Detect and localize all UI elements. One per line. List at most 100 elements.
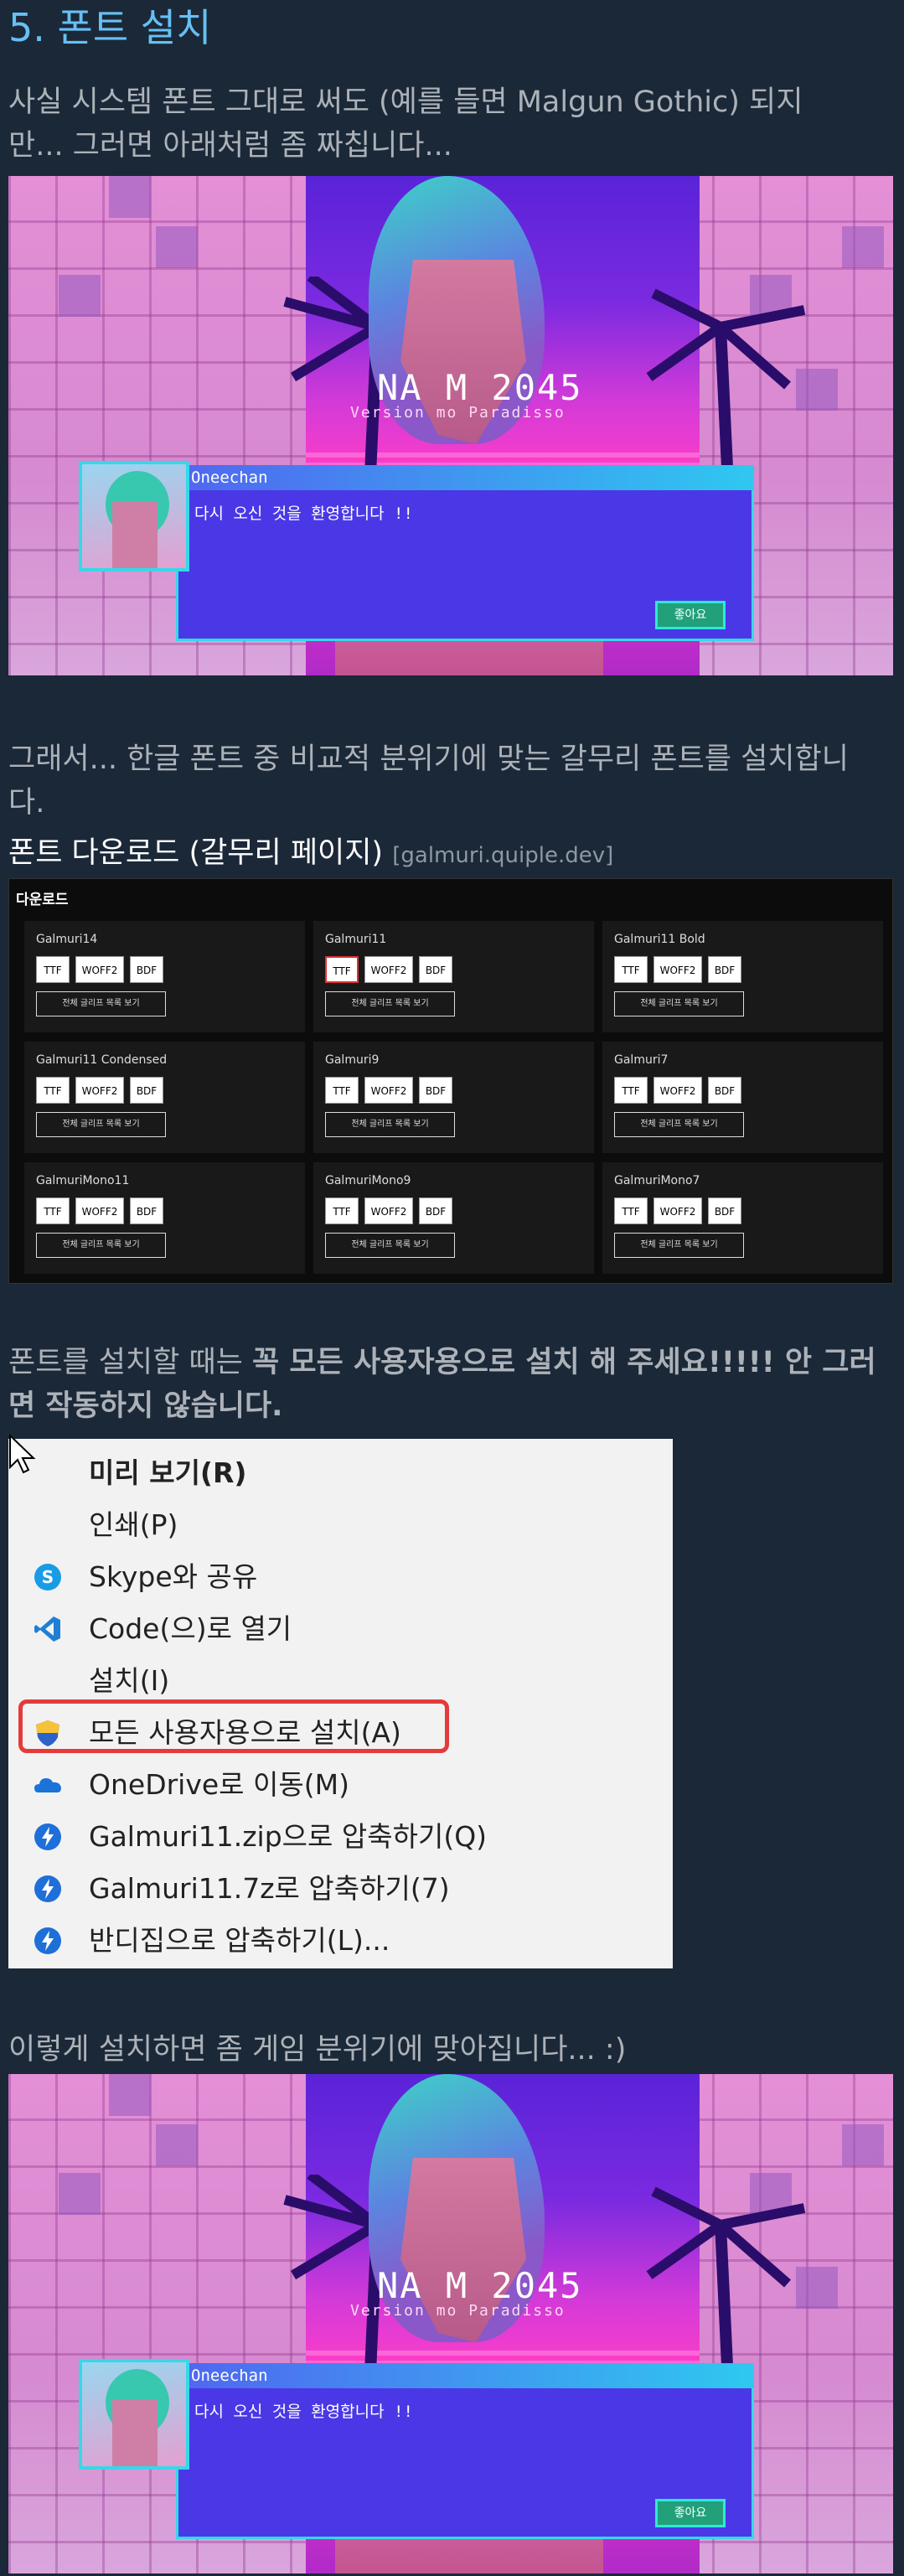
game-title: NA M 2045 xyxy=(377,367,583,408)
glyph-list-button[interactable]: 전체 글리프 목록 보기 xyxy=(614,991,744,1016)
glyph-list-button[interactable]: 전체 글리프 목록 보기 xyxy=(325,1112,455,1137)
menu-item-label: 미리 보기(R) xyxy=(89,1456,247,1489)
font-name: Galmuri14 xyxy=(36,933,98,946)
woff2-button[interactable]: WOFF2 xyxy=(653,956,702,983)
menu-item[interactable]: S Skype와 공유 xyxy=(8,1551,673,1603)
font-name: GalmuriMono11 xyxy=(36,1174,130,1187)
ttf-button[interactable]: TTF xyxy=(325,956,359,983)
menu-item[interactable]: Galmuri11.7z로 압축하기(7) xyxy=(8,1863,673,1915)
intro-line-1: 사실 시스템 폰트 그대로 써도 (예를 들면 Malgun Gothic) 되… xyxy=(8,85,803,119)
woff2-button[interactable]: WOFF2 xyxy=(364,1077,413,1104)
woff2-button[interactable]: WOFF2 xyxy=(75,1197,124,1224)
font-name: GalmuriMono7 xyxy=(614,1174,700,1187)
glyph-list-button[interactable]: 전체 글리프 목록 보기 xyxy=(614,1112,744,1137)
download-line: 폰트 다운로드 (갈무리 페이지) [galmuri.quiple.dev] xyxy=(8,833,613,876)
ttf-button[interactable]: TTF xyxy=(36,1077,70,1104)
para3-line-1: 폰트를 설치할 때는 꼭 모든 사용자용으로 설치 해 주세요!!!!! 안 그… xyxy=(8,1341,896,1384)
context-menu: 미리 보기(R) 인쇄(P) S Skype와 공유 Code(으)로 열기설치(I) 모… xyxy=(8,1434,673,1968)
outro-paragraph: 이렇게 설치하면 좀 게임 분위기에 맞아집니다... :) xyxy=(8,2028,896,2072)
svg-text:S: S xyxy=(42,1567,54,1587)
glyph-list-button[interactable]: 전체 글리프 목록 보기 xyxy=(36,1112,166,1137)
menu-item[interactable]: Galmuri11.zip으로 압축하기(Q) xyxy=(8,1811,673,1863)
para3-bold-text-2: 면 작동하지 않습니다. xyxy=(8,1389,283,1423)
menu-item-label: 설치(I) xyxy=(89,1664,170,1697)
font-card: GalmuriMono11 TTF WOFF2 BDF 전체 글리프 목록 보기 xyxy=(24,1162,305,1274)
download-panel: 다운로드 Galmuri14 TTF WOFF2 BDF 전체 글리프 목록 보기 Gal… xyxy=(8,878,893,1284)
glyph-list-button[interactable]: 전체 글리프 목록 보기 xyxy=(325,991,455,1016)
font-card: Galmuri14 TTF WOFF2 BDF 전체 글리프 목록 보기 xyxy=(24,921,305,1032)
menu-item[interactable]: 인쇄(P) xyxy=(8,1499,673,1551)
download-link[interactable]: [galmuri.quiple.dev] xyxy=(392,843,613,868)
woff2-button[interactable]: WOFF2 xyxy=(364,956,413,983)
dialog-speaker: Oneechan xyxy=(176,465,754,490)
para3-line-2: 면 작동하지 않습니다. xyxy=(8,1384,896,1428)
ttf-button[interactable]: TTF xyxy=(614,956,648,983)
glyph-list-button[interactable]: 전체 글리프 목록 보기 xyxy=(325,1233,455,1258)
font-name: Galmuri11 Condensed xyxy=(36,1053,168,1067)
bandizip-icon xyxy=(34,1823,62,1851)
ttf-button[interactable]: TTF xyxy=(36,956,70,983)
menu-item[interactable]: 반디집으로 압축하기(L)... xyxy=(8,1915,673,1967)
dialog-speaker-2: Oneechan xyxy=(176,2363,754,2388)
menu-item[interactable]: OneDrive로 이동(M) xyxy=(8,1759,673,1811)
woff2-button[interactable]: WOFF2 xyxy=(653,1197,702,1224)
para2-line-2: 다. xyxy=(8,786,45,820)
menu-item[interactable]: 설치(I) xyxy=(8,1655,673,1707)
woff2-button[interactable]: WOFF2 xyxy=(653,1077,702,1104)
para2-line-1: 그래서... 한글 폰트 중 비교적 분위기에 맞는 갈무리 폰트를 설치합니 xyxy=(8,742,849,776)
ttf-button[interactable]: TTF xyxy=(614,1197,648,1224)
font-card: Galmuri11 TTF WOFF2 BDF 전체 글리프 목록 보기 xyxy=(313,921,594,1032)
woff2-button[interactable]: WOFF2 xyxy=(75,1077,124,1104)
game-subtitle-2: Version mo Paradisso xyxy=(350,2302,566,2320)
section-heading: 5. 폰트 설치 xyxy=(8,5,212,50)
download-panel-title: 다운로드 xyxy=(16,892,69,908)
menu-item-label: Galmuri11.7z로 압축하기(7) xyxy=(89,1872,450,1905)
intro-line-2: 만... 그러면 아래처럼 좀 짜칩니다... xyxy=(8,129,452,163)
menu-item[interactable]: 미리 보기(R) xyxy=(8,1447,673,1499)
shield-icon xyxy=(34,1719,62,1747)
glyph-list-button[interactable]: 전체 글리프 목록 보기 xyxy=(36,991,166,1016)
game-screenshot-galmuri-font: NA M 2045 Version mo Paradisso Oneechan … xyxy=(8,2074,893,2573)
woff2-button[interactable]: WOFF2 xyxy=(75,956,124,983)
character-portrait xyxy=(79,461,189,572)
ttf-button[interactable]: TTF xyxy=(325,1077,359,1104)
font-card: GalmuriMono7 TTF WOFF2 BDF 전체 글리프 목록 보기 xyxy=(602,1162,883,1274)
bdf-button[interactable]: BDF xyxy=(419,1077,452,1104)
skype-icon: S xyxy=(34,1563,62,1591)
para3-bold-text: 꼭 모든 사용자용으로 설치 해 주세요!!!!! 안 그러 xyxy=(251,1346,876,1379)
menu-item-label: 모든 사용자용으로 설치(A) xyxy=(89,1716,401,1749)
galmuri-paragraph: 그래서... 한글 폰트 중 비교적 분위기에 맞는 갈무리 폰트를 설치합니 … xyxy=(8,737,896,825)
menu-item[interactable]: 모든 사용자용으로 설치(A) xyxy=(8,1707,673,1759)
ttf-button[interactable]: TTF xyxy=(325,1197,359,1224)
bdf-button[interactable]: BDF xyxy=(130,1077,163,1104)
bdf-button[interactable]: BDF xyxy=(708,956,741,983)
bdf-button[interactable]: BDF xyxy=(419,1197,452,1224)
bdf-button[interactable]: BDF xyxy=(708,1197,741,1224)
font-card: Galmuri7 TTF WOFF2 BDF 전체 글리프 목록 보기 xyxy=(602,1042,883,1153)
game-screenshot-default-font: NA M 2045 Version mo Paradisso Oneechan … xyxy=(8,176,893,675)
intro-paragraph: 사실 시스템 폰트 그대로 써도 (예를 들면 Malgun Gothic) 되… xyxy=(8,80,896,168)
menu-item-label: OneDrive로 이동(M) xyxy=(89,1768,349,1801)
bdf-button[interactable]: BDF xyxy=(708,1077,741,1104)
font-card: Galmuri11 Condensed TTF WOFF2 BDF 전체 글리프 목록 … xyxy=(24,1042,305,1153)
bandizip-icon xyxy=(34,1875,62,1903)
dialog-message: 다시 오신 것을 환영합니다 !! xyxy=(194,504,413,523)
bdf-button[interactable]: BDF xyxy=(419,956,452,983)
font-name: Galmuri11 xyxy=(325,933,387,946)
bdf-button[interactable]: BDF xyxy=(130,956,163,983)
menu-item-label: Skype와 공유 xyxy=(89,1560,258,1593)
dialog-ok-button-2: 좋아요 xyxy=(655,2499,726,2527)
ttf-button[interactable]: TTF xyxy=(614,1077,648,1104)
game-subtitle: Version mo Paradisso xyxy=(350,404,566,422)
para3-normal-text: 폰트를 설치할 때는 xyxy=(8,1346,252,1379)
menu-item-label: 반디집으로 압축하기(L)... xyxy=(89,1924,390,1957)
glyph-list-button[interactable]: 전체 글리프 목록 보기 xyxy=(36,1233,166,1258)
menu-item[interactable]: Code(으)로 열기 xyxy=(8,1603,673,1655)
bdf-button[interactable]: BDF xyxy=(130,1197,163,1224)
font-name: Galmuri9 xyxy=(325,1053,380,1067)
ttf-button[interactable]: TTF xyxy=(36,1197,70,1224)
glyph-list-button[interactable]: 전체 글리프 목록 보기 xyxy=(614,1233,744,1258)
onedrive-icon xyxy=(34,1771,62,1799)
vscode-icon xyxy=(34,1615,62,1643)
woff2-button[interactable]: WOFF2 xyxy=(364,1197,413,1224)
